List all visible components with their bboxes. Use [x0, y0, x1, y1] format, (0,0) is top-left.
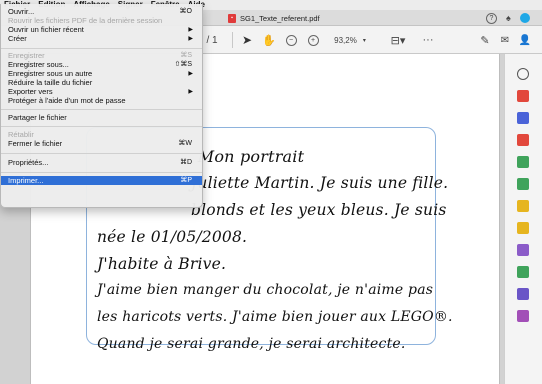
zoom-value: 93,2% [334, 35, 357, 45]
menu-item-protect-password[interactable]: Protéger à l'aide d'un mot de passe [1, 97, 202, 105]
more-tools-icon[interactable]: ··· [420, 26, 436, 54]
menu-item-label: Réduire la taille du fichier [8, 78, 93, 87]
text-line-5: J'aime bien manger du chocolat, je n'aim… [97, 282, 434, 298]
help-icon[interactable]: ? [486, 12, 497, 24]
page-count: / 1 [206, 34, 218, 46]
menu-item-save-as[interactable]: Enregistrer sous... ⇧⌘S [1, 61, 202, 69]
export-pdf-icon[interactable] [517, 134, 529, 146]
zoom-level[interactable]: 93,2% ▾ [330, 26, 370, 54]
fichier-dropdown-menu: Ouvrir... ⌘O Rouvrir les fichiers PDF de … [0, 4, 203, 208]
menu-item-label: Protéger à l'aide d'un mot de passe [8, 96, 126, 105]
menu-item-label: Imprimer... [8, 176, 44, 185]
shortcut-label: ⌘D [179, 159, 192, 166]
menu-item-label: Enregistrer sous un autre [8, 69, 93, 78]
menu-item-export-to[interactable]: Exporter vers ▶ [1, 88, 202, 96]
text-line-4: J'habite à Brive. [97, 255, 227, 273]
shortcut-label: ⌘P [180, 177, 192, 184]
print-production-icon[interactable] [517, 266, 529, 278]
submenu-arrow-icon: ▶ [188, 27, 193, 33]
shortcut-label: ⌘W [178, 140, 192, 147]
menu-item-save: Enregistrer ⌘S [1, 52, 202, 60]
zoom-in-icon[interactable]: + [306, 26, 320, 54]
menu-item-label: Créer [8, 34, 27, 43]
toolbar-divider [232, 32, 233, 48]
menu-item-label: Enregistrer [8, 51, 45, 60]
menu-item-label: Fermer le fichier [8, 139, 63, 148]
convert-icon[interactable] [517, 156, 529, 168]
document-tab-title: SG1_Texte_referent.pdf [240, 13, 320, 23]
more-tools-panel-icon[interactable] [517, 310, 529, 322]
menu-item-reduce-size[interactable]: Réduire la taille du fichier [1, 79, 202, 87]
comment-icon[interactable] [517, 222, 529, 234]
edit-pdf-icon[interactable] [517, 112, 529, 124]
chevron-down-icon: ▾ [362, 37, 366, 44]
shortcut-label: ⇧⌘S [174, 61, 192, 68]
menu-item-label: Ouvrir un fichier récent [8, 25, 84, 34]
menu-item-label: Rouvrir les fichiers PDF de la dernière … [8, 16, 163, 25]
text-line-1: Juliette Martin. Je suis une fille. [191, 174, 449, 192]
menu-item-label: Rétablir [8, 130, 34, 139]
menu-item-label: Propriétés... [8, 158, 49, 167]
zoom-out-icon[interactable]: − [284, 26, 298, 54]
menu-item-label: Ouvrir... [8, 7, 35, 16]
account-icon[interactable] [519, 13, 530, 23]
menu-separator [1, 109, 202, 110]
menu-item-print[interactable]: Imprimer... ⌘P [1, 176, 202, 185]
menu-item-label: Enregistrer sous... [8, 60, 69, 69]
bell-icon[interactable]: ♠ [506, 13, 511, 23]
right-tools-panel [504, 54, 542, 384]
top-right-controls: ? ♠ [486, 10, 530, 26]
fill-sign-icon[interactable]: ✎ [478, 26, 492, 54]
menu-item-label: Partager le fichier [8, 113, 67, 122]
menu-item-properties[interactable]: Propriétés... ⌘D [1, 159, 202, 167]
text-line-2: blonds et les yeux bleus. Je suis [191, 201, 447, 219]
document-tab[interactable]: ▪ SG1_Texte_referent.pdf [228, 12, 320, 24]
menu-item-reopen-session: Rouvrir les fichiers PDF de la dernière … [1, 17, 202, 25]
select-pointer-icon[interactable]: ➤ [240, 26, 254, 54]
shortcut-label: ⌘S [180, 52, 192, 59]
menu-separator [1, 48, 202, 49]
page-layout-icon[interactable]: ⊟▾ [388, 26, 408, 54]
menu-item-close-file[interactable]: Fermer le fichier ⌘W [1, 140, 202, 148]
share-user-icon[interactable]: 👤 [518, 26, 532, 54]
pdf-file-icon: ▪ [228, 13, 236, 23]
submenu-arrow-icon: ▶ [188, 71, 193, 77]
mail-icon[interactable]: ✉ [498, 26, 512, 54]
create-pdf-icon[interactable] [517, 90, 529, 102]
menu-separator [1, 153, 202, 154]
combine-files-icon[interactable] [517, 200, 529, 212]
menu-item-create[interactable]: Créer ▶ [1, 35, 202, 43]
menu-separator [1, 172, 202, 173]
menu-separator [1, 126, 202, 127]
shortcut-label: ⌘O [179, 8, 192, 15]
search-tool-icon[interactable] [517, 68, 529, 80]
fill-and-sign-icon[interactable] [517, 244, 529, 256]
protect-icon[interactable] [517, 288, 529, 300]
menu-item-open-recent[interactable]: Ouvrir un fichier récent ▶ [1, 26, 202, 34]
text-line-6: les haricots verts. J'aime bien jouer au… [97, 309, 453, 325]
organize-pages-icon[interactable] [517, 178, 529, 190]
submenu-arrow-icon: ▶ [188, 36, 193, 42]
menu-item-share-file[interactable]: Partager le fichier [1, 114, 202, 122]
submenu-arrow-icon: ▶ [188, 89, 193, 95]
hand-tool-icon[interactable]: ✋ [262, 26, 276, 54]
text-line-3: née le 01/05/2008. [97, 228, 248, 246]
menu-item-label: Exporter vers [8, 87, 53, 96]
menu-item-revert: Rétablir [1, 131, 202, 139]
menu-item-save-as-other[interactable]: Enregistrer sous un autre ▶ [1, 70, 202, 78]
menu-item-open[interactable]: Ouvrir... ⌘O [1, 8, 202, 16]
text-line-7: Quand je serai grande, je serai architec… [97, 336, 406, 352]
